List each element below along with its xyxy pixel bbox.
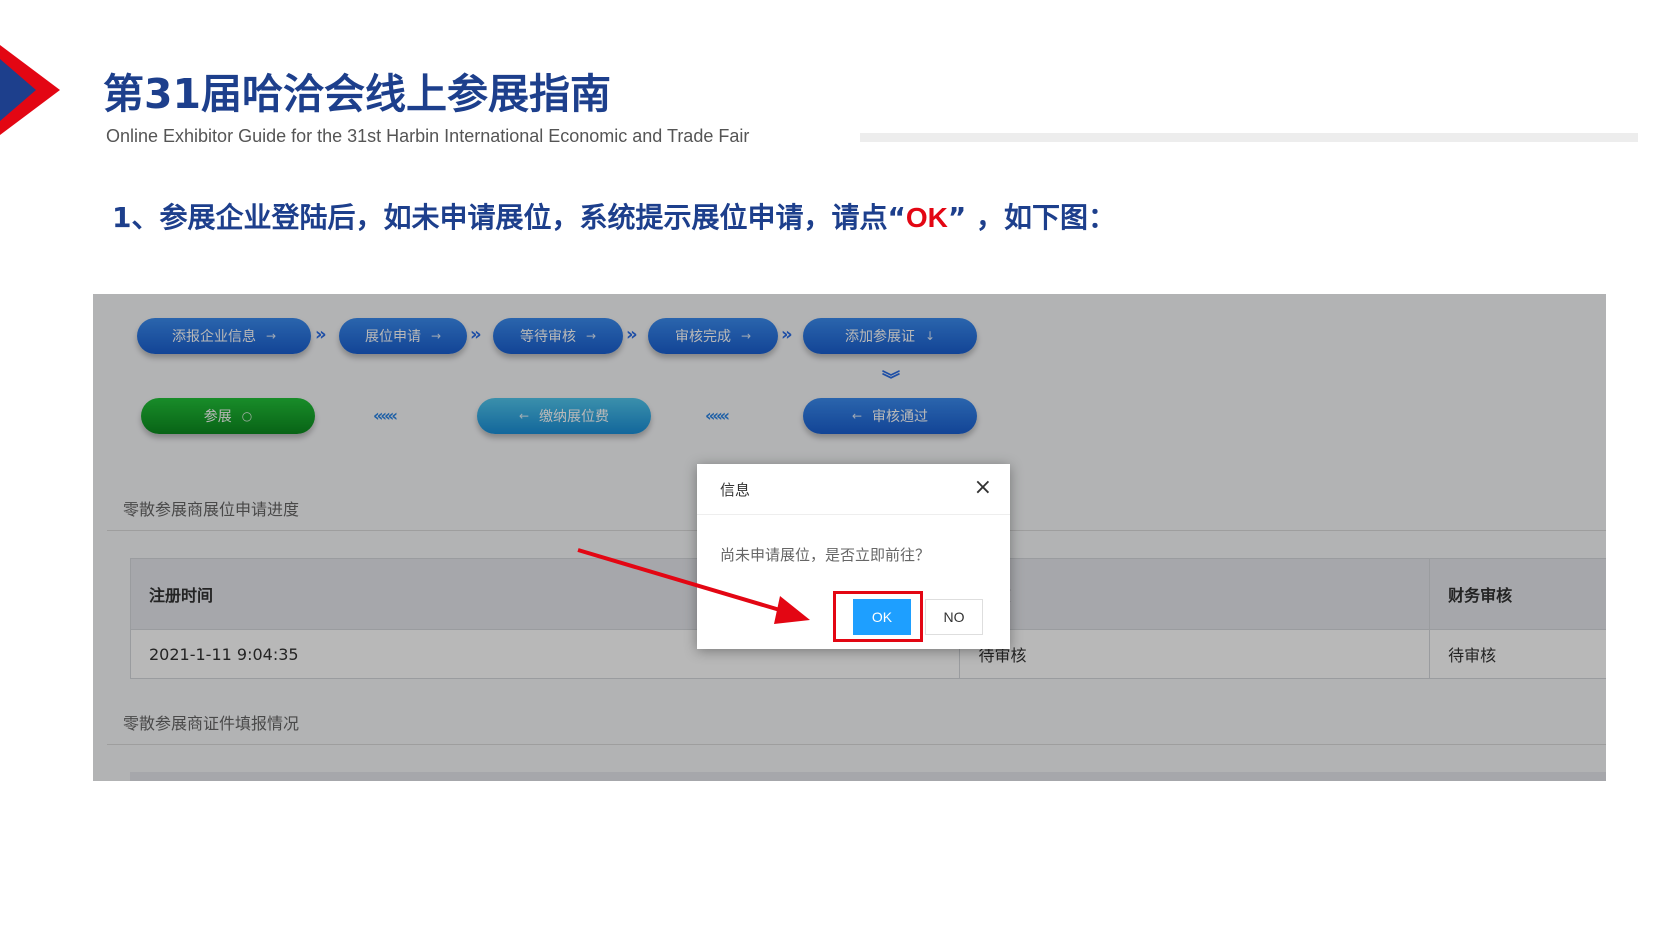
ok-highlight-box — [833, 591, 923, 642]
annotation-arrow-icon — [577, 548, 810, 624]
